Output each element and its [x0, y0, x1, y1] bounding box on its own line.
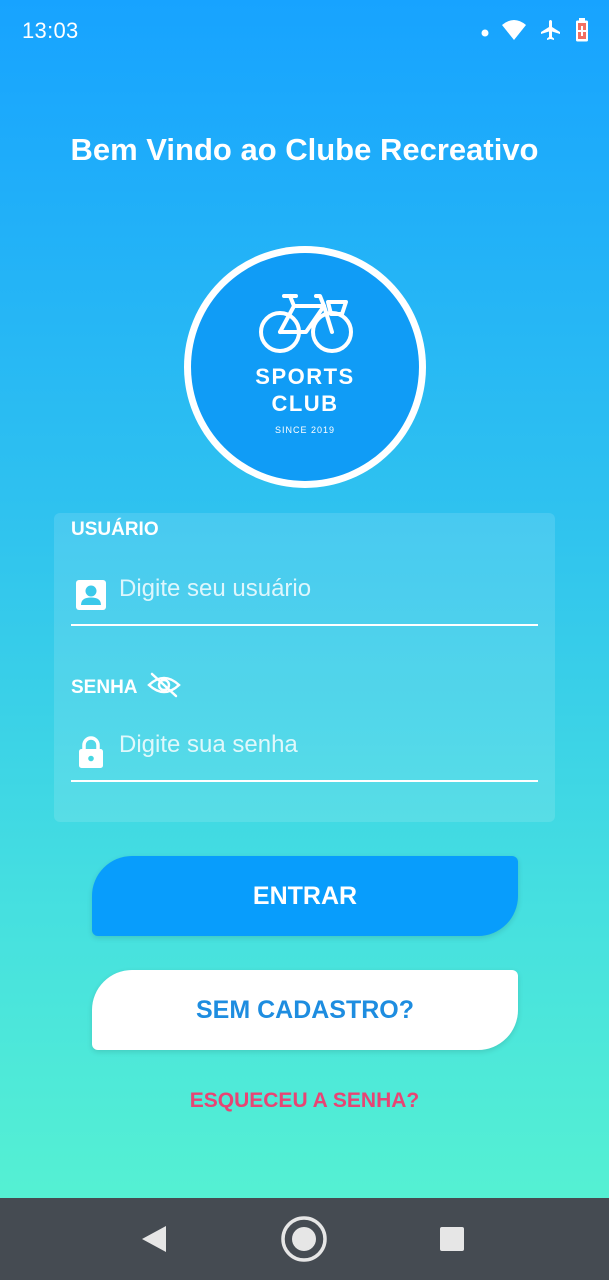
status-icons	[481, 18, 589, 47]
battery-icon	[575, 18, 589, 47]
account-box-icon	[75, 579, 107, 616]
back-button[interactable]	[114, 1198, 194, 1280]
password-input[interactable]	[119, 725, 529, 765]
password-label-row: SENHA	[71, 671, 182, 705]
password-field[interactable]	[71, 725, 538, 782]
recents-icon	[440, 1227, 464, 1251]
logo-line2: CLUB	[271, 391, 338, 416]
navigation-bar	[0, 1198, 609, 1280]
airplane-icon	[539, 18, 563, 47]
register-button[interactable]: SEM CADASTRO?	[92, 970, 518, 1050]
welcome-title: Bem Vindo ao Clube Recreativo	[70, 132, 539, 167]
password-label: SENHA	[71, 677, 138, 698]
username-input[interactable]	[119, 569, 529, 609]
back-icon	[142, 1226, 166, 1252]
logo-since: SINCE 2019	[275, 425, 335, 435]
username-field[interactable]	[71, 569, 538, 626]
login-form: USUÁRIO SENHA	[54, 513, 555, 822]
home-button[interactable]	[264, 1198, 344, 1280]
username-label: USUÁRIO	[71, 519, 159, 540]
forgot-password-link[interactable]: ESQUECEU A SENHA?	[0, 1089, 609, 1113]
dot-icon	[481, 24, 489, 42]
sports-club-logo: SPORTS CLUB SINCE 2019	[182, 244, 428, 490]
status-bar: 13:03	[0, 0, 609, 64]
enter-button[interactable]: ENTRAR	[92, 856, 518, 936]
home-icon	[281, 1216, 327, 1262]
logo-line1: SPORTS	[255, 364, 354, 389]
wifi-icon	[501, 19, 527, 46]
lock-icon	[75, 735, 107, 774]
status-time: 13:03	[22, 18, 79, 43]
visibility-off-icon[interactable]	[146, 671, 182, 705]
recents-button[interactable]	[412, 1198, 492, 1280]
